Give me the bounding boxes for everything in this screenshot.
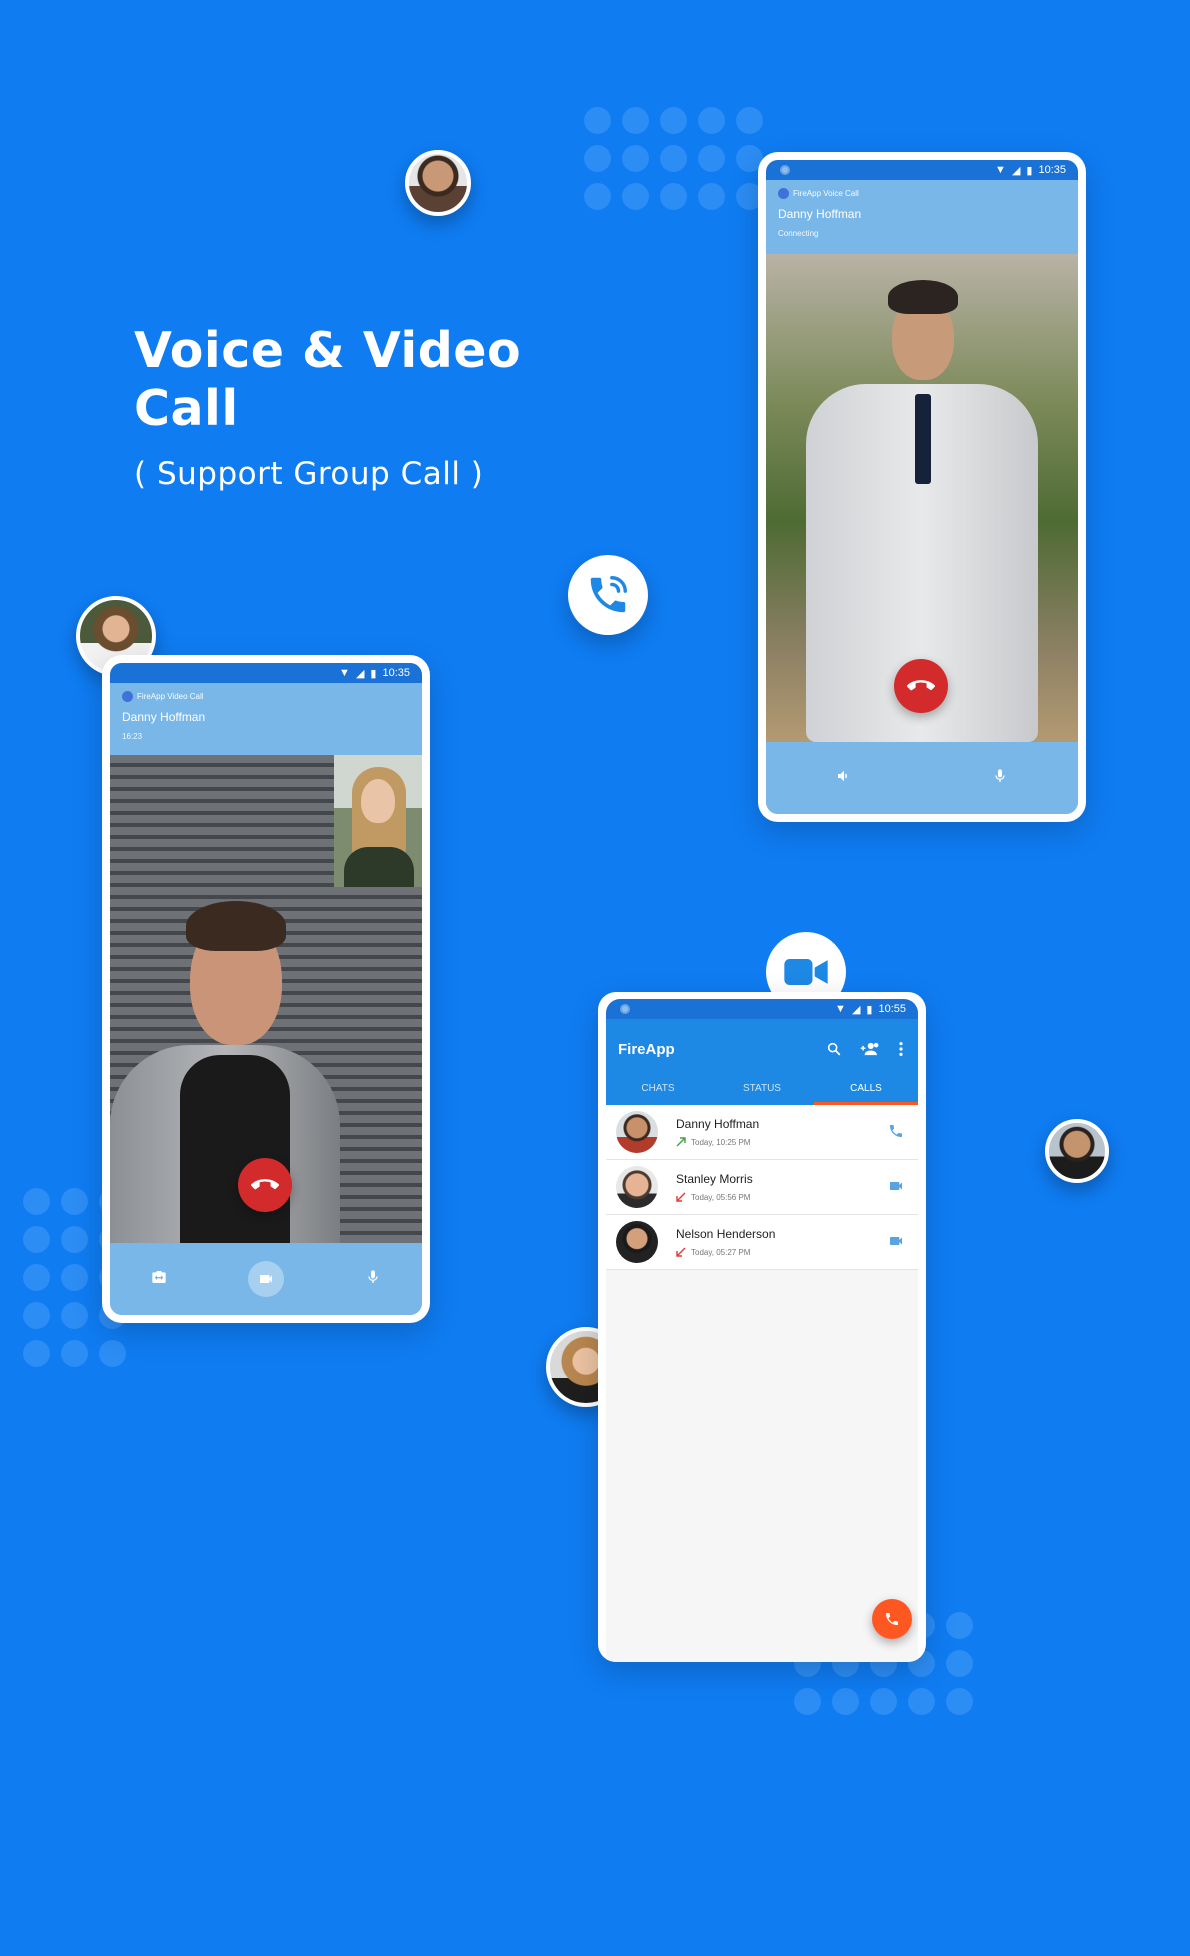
hang-up-button[interactable] bbox=[238, 1158, 292, 1212]
caller-tie bbox=[915, 394, 931, 484]
video-call-icon[interactable] bbox=[888, 1178, 904, 1199]
end-call-icon bbox=[251, 1179, 279, 1190]
fireapp-logo-icon bbox=[122, 691, 133, 702]
call-header: FireApp Video Call Danny Hoffman 16:23 bbox=[110, 683, 422, 755]
status-bar: ▼ ◢ ▮ 10:35 bbox=[766, 160, 1078, 180]
status-time: 10:35 bbox=[382, 667, 410, 679]
call-log-item[interactable]: Nelson Henderson Today, 05:27 PM bbox=[606, 1215, 918, 1270]
avatar bbox=[616, 1166, 658, 1208]
voice-call-badge bbox=[568, 555, 648, 635]
outgoing-arrow-icon bbox=[676, 1137, 686, 1147]
hang-up-button[interactable] bbox=[894, 659, 948, 713]
signal-icon: ◢ bbox=[1011, 164, 1021, 177]
video-toggle-button[interactable] bbox=[247, 1261, 284, 1297]
caller-name: Danny Hoffman bbox=[122, 710, 206, 724]
headline-line-2: Call bbox=[134, 380, 239, 437]
call-log-item[interactable]: Stanley Morris Today, 05:56 PM bbox=[606, 1160, 918, 1215]
video-camera-icon bbox=[784, 959, 828, 985]
avatar bbox=[616, 1221, 658, 1263]
call-time: Today, 05:56 PM bbox=[676, 1192, 753, 1202]
tab-chats[interactable]: CHATS bbox=[606, 1075, 710, 1105]
add-group-icon[interactable] bbox=[860, 1041, 880, 1062]
calls-list-phone: ▼ ◢ ▮ 10:55 FireApp CHATS STATUS CALLS D… bbox=[598, 992, 926, 1662]
front-camera bbox=[620, 1004, 630, 1014]
mic-icon[interactable] bbox=[365, 1269, 381, 1290]
call-status: Connecting bbox=[778, 229, 819, 238]
call-duration: 16:23 bbox=[122, 732, 143, 741]
avatar bbox=[616, 1111, 658, 1153]
signal-icon: ◢ bbox=[355, 667, 365, 680]
battery-icon: ▮ bbox=[866, 1003, 873, 1016]
voice-call-icon[interactable] bbox=[888, 1123, 904, 1144]
headline: Voice & Video Call bbox=[134, 322, 554, 438]
voice-call-phone: ▼ ◢ ▮ 10:35 FireApp Voice Call Danny Hof… bbox=[758, 152, 1086, 822]
end-call-icon bbox=[907, 680, 935, 691]
headline-line-1: Voice & Video bbox=[134, 322, 522, 379]
call-controls bbox=[766, 742, 1078, 814]
speaker-icon[interactable] bbox=[836, 768, 852, 789]
status-time: 10:55 bbox=[878, 1003, 906, 1015]
call-app-label: FireApp Voice Call bbox=[778, 188, 1066, 199]
self-preview-face bbox=[361, 779, 395, 823]
video-call-phone: ▼ ◢ ▮ 10:35 FireApp Video Call Danny Hof… bbox=[102, 655, 430, 1323]
status-time: 10:35 bbox=[1038, 164, 1066, 176]
fireapp-logo-icon bbox=[778, 188, 789, 199]
wifi-icon: ▼ bbox=[835, 1003, 846, 1015]
headline-subtitle: ( Support Group Call ) bbox=[134, 456, 484, 492]
mic-icon[interactable] bbox=[992, 768, 1008, 789]
wifi-icon: ▼ bbox=[995, 164, 1006, 176]
dot-cluster-top bbox=[584, 107, 763, 210]
missed-arrow-icon bbox=[676, 1247, 686, 1257]
tab-bar: CHATS STATUS CALLS bbox=[606, 1075, 918, 1105]
search-icon[interactable] bbox=[826, 1041, 842, 1062]
remote-shirt bbox=[180, 1055, 290, 1243]
front-camera bbox=[780, 165, 790, 175]
caller-name: Stanley Morris bbox=[676, 1172, 753, 1186]
floating-avatar-man-beard bbox=[405, 150, 471, 216]
battery-icon: ▮ bbox=[370, 667, 377, 680]
signal-icon: ◢ bbox=[851, 1003, 861, 1016]
caller-name: Danny Hoffman bbox=[778, 207, 862, 221]
call-time: Today, 05:27 PM bbox=[676, 1247, 775, 1257]
phone-wave-icon bbox=[590, 576, 627, 613]
wifi-icon: ▼ bbox=[339, 667, 350, 679]
status-bar: ▼ ◢ ▮ 10:35 bbox=[110, 663, 422, 683]
floating-avatar-man-right bbox=[1045, 1119, 1109, 1183]
self-preview[interactable] bbox=[334, 755, 422, 887]
video-icon bbox=[259, 1275, 272, 1283]
self-preview-top bbox=[344, 847, 414, 887]
caller-name: Danny Hoffman bbox=[676, 1117, 760, 1131]
call-app-label: FireApp Video Call bbox=[122, 691, 410, 702]
more-vert-icon[interactable] bbox=[898, 1041, 904, 1062]
status-bar: ▼ ◢ ▮ 10:55 bbox=[606, 999, 918, 1019]
call-time: Today, 10:25 PM bbox=[676, 1137, 759, 1147]
call-controls bbox=[110, 1243, 422, 1315]
call-log-list: Danny Hoffman Today, 10:25 PM Stanley Mo… bbox=[606, 1105, 918, 1270]
call-header: FireApp Voice Call Danny Hoffman Connect… bbox=[766, 180, 1078, 254]
switch-camera-icon[interactable] bbox=[151, 1269, 167, 1290]
caller-name: Nelson Henderson bbox=[676, 1227, 776, 1241]
remote-hair bbox=[186, 901, 286, 951]
caller-hair bbox=[888, 280, 958, 314]
new-call-fab[interactable] bbox=[872, 1599, 912, 1639]
tab-status[interactable]: STATUS bbox=[710, 1075, 814, 1105]
video-call-icon[interactable] bbox=[888, 1233, 904, 1254]
battery-icon: ▮ bbox=[1026, 164, 1033, 177]
missed-arrow-icon bbox=[676, 1192, 686, 1202]
phone-icon bbox=[886, 1613, 898, 1625]
app-bar: FireApp CHATS STATUS CALLS bbox=[606, 1019, 918, 1105]
app-title: FireApp bbox=[618, 1041, 675, 1058]
tab-calls[interactable]: CALLS bbox=[814, 1075, 918, 1105]
call-log-item[interactable]: Danny Hoffman Today, 10:25 PM bbox=[606, 1105, 918, 1160]
